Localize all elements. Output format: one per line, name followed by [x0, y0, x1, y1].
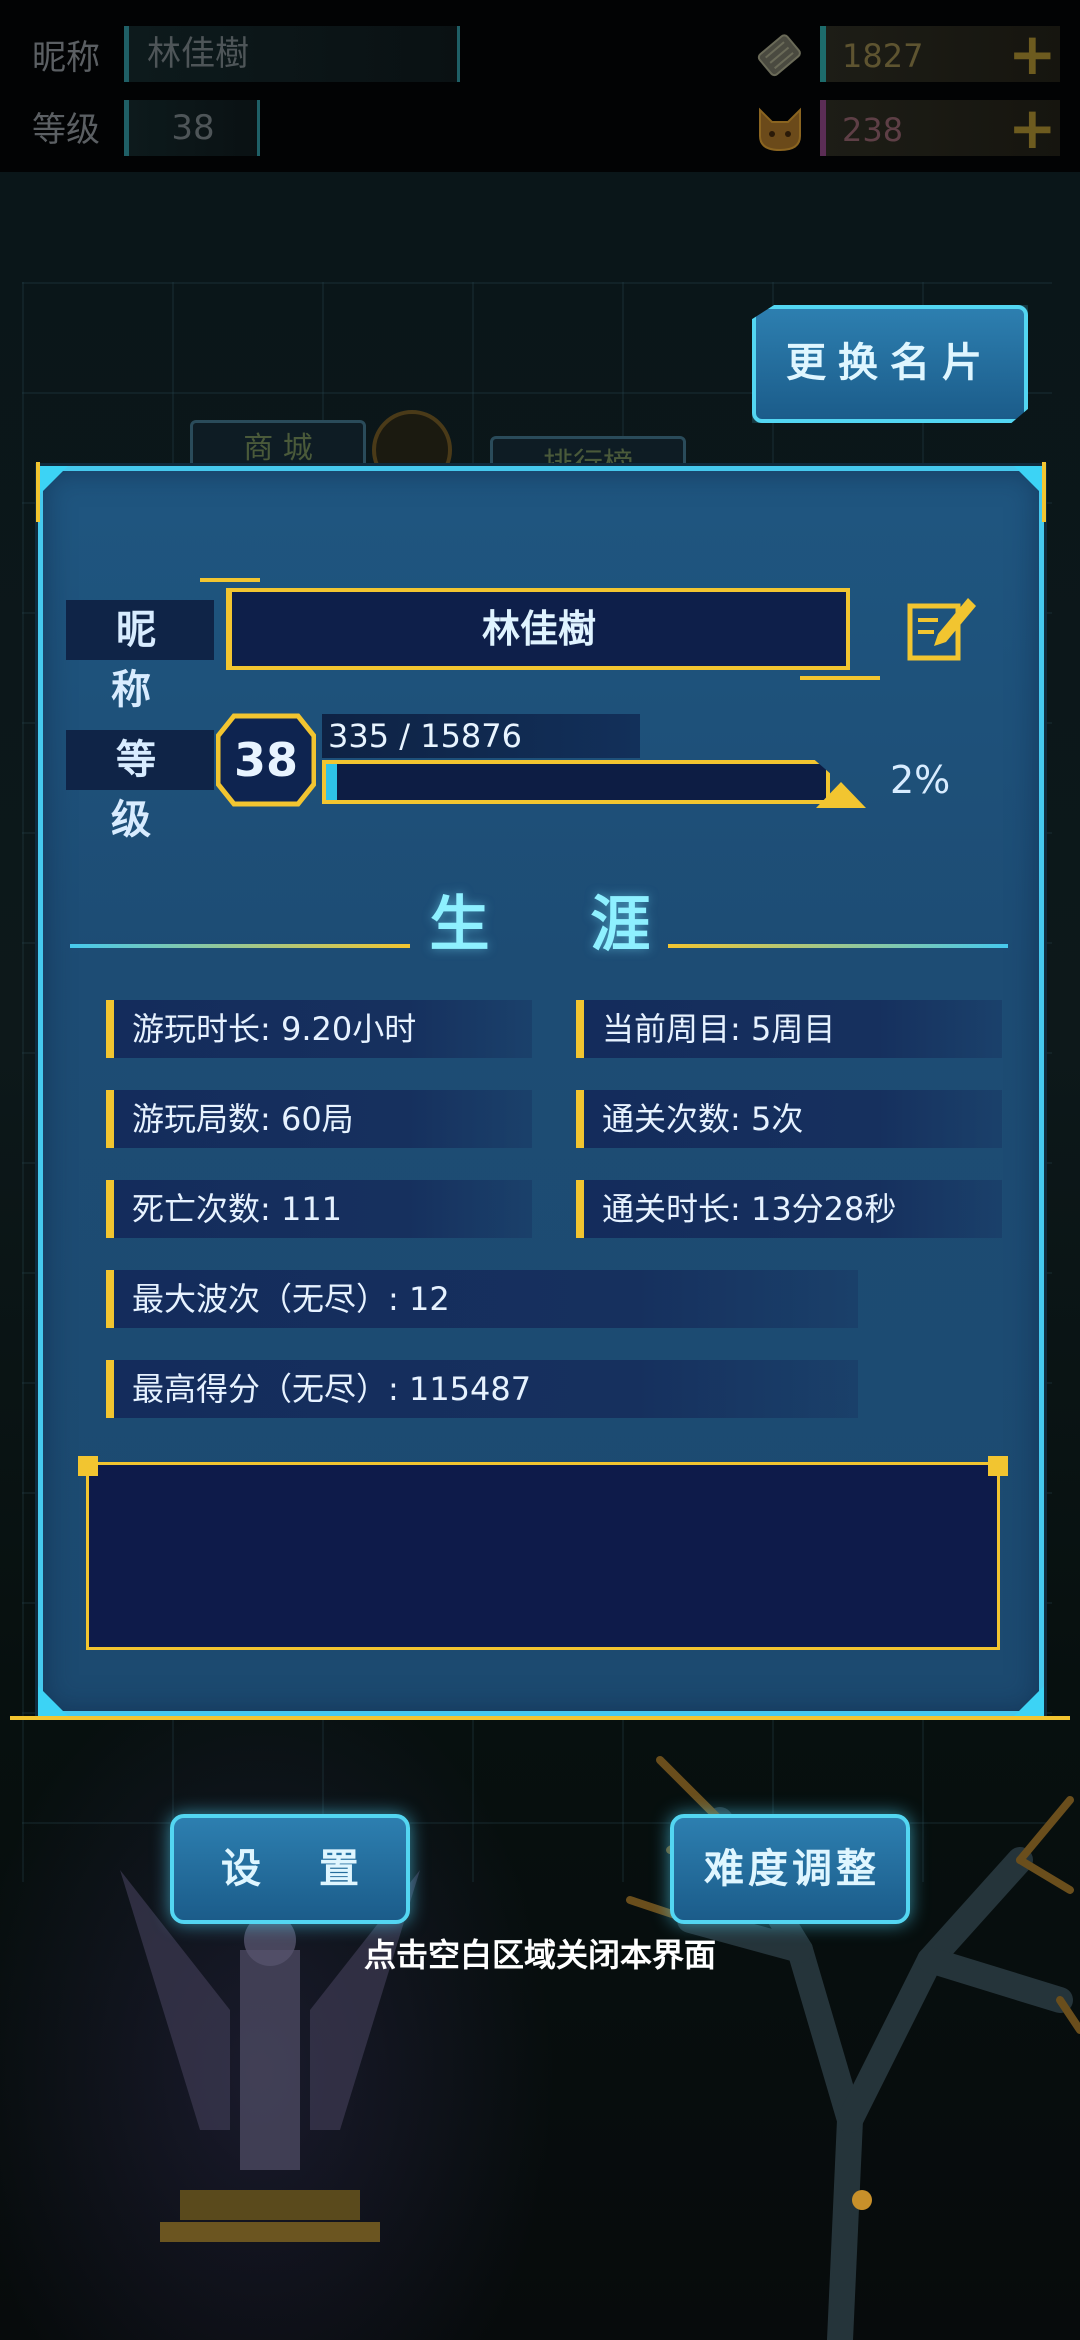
stat-death-count: 死亡次数: 111 — [106, 1180, 532, 1238]
stat-clear-count: 通关次数: 5次 — [576, 1090, 1002, 1148]
stat-play-time: 游玩时长: 9.20小时 — [106, 1000, 532, 1058]
add-gems-button[interactable]: + — [1008, 99, 1057, 157]
panel-bottom-gold-line — [10, 1716, 1070, 1720]
xp-progress-bar — [322, 760, 830, 804]
signature-box-corner-tl — [78, 1456, 98, 1476]
topbar-level-label: 等级 — [32, 110, 100, 150]
signature-box-corner-tr — [988, 1456, 1008, 1476]
xp-text: 335 / 15876 — [322, 714, 640, 758]
profile-screen[interactable]: 昵称 林佳樹 等级 38 1827 + 238 + 商 城 排行榜 更换名片 昵… — [0, 0, 1080, 2340]
add-coins-button[interactable]: + — [1008, 25, 1057, 83]
stat-max-wave: 最大波次（无尽）: 12 — [106, 1270, 858, 1328]
career-title-line-left — [70, 944, 410, 948]
nickname-label: 昵 称 — [66, 600, 214, 713]
coin-counter: 1827 + — [820, 25, 1060, 83]
close-hint: 点击空白区域关闭本界面 — [363, 1936, 716, 1974]
xp-progress-fill — [326, 764, 337, 800]
career-title: 生 涯 — [429, 890, 691, 960]
signature-box — [86, 1462, 1000, 1650]
topbar-nickname-field: 林佳樹 — [124, 26, 460, 82]
nickname-field[interactable]: 林佳樹 — [226, 588, 850, 670]
gem-counter: 238 + — [820, 99, 1060, 157]
level-value: 38 — [233, 733, 298, 787]
xp-bar-end-marker — [816, 782, 866, 808]
top-status-bar: 昵称 林佳樹 等级 38 1827 + 238 + — [0, 0, 1080, 172]
difficulty-button[interactable]: 难度调整 — [670, 1814, 910, 1924]
career-title-line-right — [668, 944, 1008, 948]
nickname-box-deco-bottom — [800, 676, 880, 680]
panel-gold-edge-right — [1042, 462, 1046, 522]
cat-head-icon — [759, 107, 801, 152]
stat-high-score: 最高得分（无尽）: 115487 — [106, 1360, 858, 1418]
edit-name-icon[interactable] — [904, 590, 980, 666]
level-label: 等 级 — [66, 730, 214, 843]
nickname-box-deco — [200, 578, 260, 582]
change-card-button[interactable]: 更换名片 — [752, 305, 1028, 423]
stat-clear-time: 通关时长: 13分28秒 — [576, 1180, 1002, 1238]
coin-value: 1827 — [842, 37, 924, 75]
panel-gold-edge-left — [36, 462, 40, 522]
background-tree-illustration — [626, 1756, 1080, 2340]
topbar-level-field: 38 — [124, 100, 260, 156]
coin-stack-icon — [757, 34, 801, 77]
topbar-nickname-label: 昵称 — [32, 38, 100, 78]
stat-current-cycle: 当前周目: 5周目 — [576, 1000, 1002, 1058]
settings-button[interactable]: 设 置 — [170, 1814, 410, 1924]
stat-play-count: 游玩局数: 60局 — [106, 1090, 532, 1148]
gem-value: 238 — [842, 111, 904, 149]
xp-percent: 2% — [890, 758, 951, 802]
